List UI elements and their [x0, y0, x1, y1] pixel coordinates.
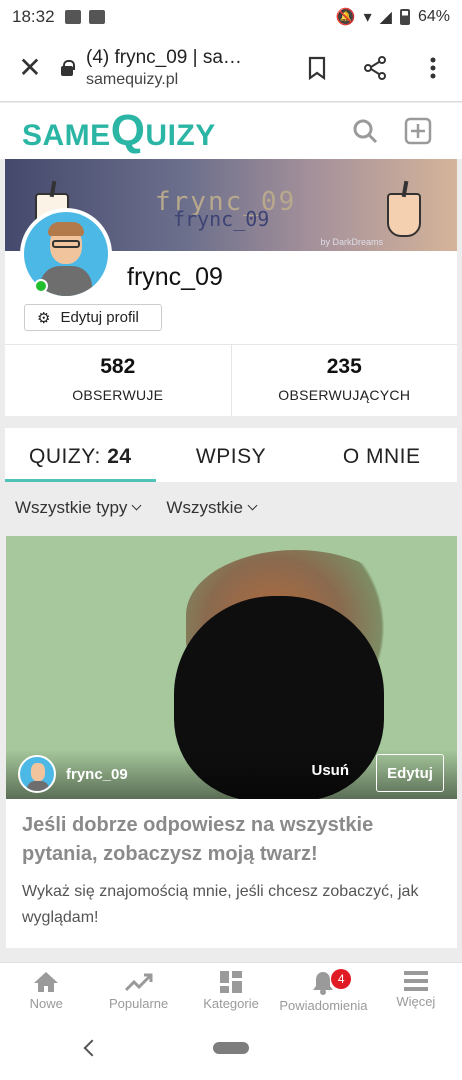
search-icon[interactable] — [352, 118, 378, 144]
nav-home-label: Nowe — [29, 996, 63, 1011]
banner-credit: by DarkDreams — [320, 237, 383, 247]
tab-title: (4) frync_09 | sa… — [86, 46, 242, 68]
grid-icon — [220, 971, 243, 993]
edit-profile-button[interactable]: ⚙ Edytuj profil — [24, 304, 162, 331]
nav-popular[interactable]: Popularne — [92, 963, 184, 1018]
trending-icon — [124, 973, 153, 992]
quiz-title[interactable]: Jeśli dobrze odpowiesz na wszystkie pyta… — [6, 799, 457, 869]
nav-popular-label: Popularne — [108, 996, 169, 1011]
followers-label: OBSERWUJĄCYCH — [278, 387, 411, 403]
battery-percent: 64% — [417, 8, 450, 25]
all-filter-label: Wszystkie — [166, 498, 243, 517]
mute-icon: 🔕 — [335, 9, 356, 26]
tab-quizzes-count: 24 — [107, 445, 132, 468]
menu-button[interactable] — [404, 46, 462, 90]
nav-notifications-label: Powiadomienia — [279, 998, 368, 1013]
share-button[interactable] — [346, 46, 404, 90]
nav-more-label: Więcej — [396, 994, 436, 1009]
hamburger-icon — [403, 971, 428, 991]
site-logo[interactable]: SAMEQUIZY — [22, 106, 216, 156]
profile-tabs: QUIZY: 24 WPISY O MNIE — [5, 428, 457, 482]
logo-text-2: UIZY — [145, 119, 216, 152]
bookmark-icon — [308, 56, 326, 80]
back-icon[interactable] — [83, 1039, 101, 1057]
quiz-thumbnail[interactable]: frync_09 Usuń Edytuj — [6, 536, 457, 799]
photo-notification-icon — [64, 10, 81, 24]
twitch-notification-icon — [88, 10, 105, 24]
followers-count: 235 — [326, 355, 362, 378]
chevron-down-icon — [247, 500, 258, 511]
followers-stat[interactable]: 235 OBSERWUJĄCYCH — [230, 345, 458, 416]
edit-profile-label: Edytuj profil — [60, 309, 139, 326]
all-filter-dropdown[interactable]: Wszystkie — [166, 498, 258, 518]
following-label: OBSERWUJE — [72, 387, 164, 403]
quiz-card[interactable]: frync_09 Usuń Edytuj Jeśli dobrze odpowi… — [6, 536, 457, 948]
more-vert-icon — [430, 57, 436, 78]
nav-categories-label: Kategorie — [203, 996, 259, 1011]
notification-badge: 4 — [331, 969, 352, 989]
close-tab-button[interactable]: ✕ — [0, 51, 60, 84]
site-header: SAMEQUIZY — [0, 103, 462, 159]
status-time: 18:32 — [12, 7, 55, 26]
browser-toolbar: ✕ (4) frync_09 | sa… samequizy.pl — [0, 34, 462, 102]
quiz-author-avatar[interactable] — [18, 755, 56, 793]
url-host: samequizy.pl — [86, 70, 179, 88]
type-filter-label: Wszystkie typy — [15, 498, 128, 517]
profile-stats: 582 OBSERWUJE 235 OBSERWUJĄCYCH — [5, 344, 457, 416]
battery-icon — [399, 9, 410, 25]
bottom-navigation: Nowe Popularne Kategorie 4 Powiadomienia… — [0, 962, 462, 1018]
online-indicator — [34, 279, 48, 293]
status-bar: 18:32 🔕 ▾ ◢ 64% — [0, 0, 462, 34]
quiz-description: Wykaż się znajomością mnie, jeśli chcesz… — [22, 883, 419, 926]
logo-text-q: Q — [110, 106, 146, 155]
home-icon — [34, 972, 59, 992]
delete-quiz-button[interactable]: Usuń — [312, 762, 350, 779]
profile-username: frync_09 — [127, 263, 223, 291]
share-icon — [364, 55, 386, 80]
wifi-icon: ▾ — [363, 9, 372, 26]
tab-about[interactable]: O MNIE — [306, 428, 457, 482]
edit-quiz-button[interactable]: Edytuj — [376, 754, 444, 792]
bookmark-button[interactable] — [288, 46, 346, 90]
lock-icon[interactable] — [60, 59, 75, 76]
nav-home[interactable]: Nowe — [0, 963, 92, 1018]
url-area[interactable]: (4) frync_09 | sa… samequizy.pl — [86, 47, 288, 89]
type-filter-dropdown[interactable]: Wszystkie typy — [15, 498, 142, 518]
boba-cup-right — [387, 193, 421, 237]
system-navigation — [0, 1018, 462, 1080]
add-quiz-icon[interactable] — [404, 117, 432, 145]
signal-icon: ◢ — [379, 9, 392, 26]
tab-quizzes[interactable]: QUIZY: 24 — [5, 428, 156, 482]
nav-categories[interactable]: Kategorie — [185, 963, 277, 1018]
filters: Wszystkie typy Wszystkie — [15, 498, 258, 518]
tab-posts[interactable]: WPISY — [156, 428, 307, 482]
following-count: 582 — [100, 355, 136, 378]
nav-more[interactable]: Więcej — [370, 963, 462, 1018]
quiz-author-name[interactable]: frync_09 — [66, 766, 128, 783]
nav-notifications[interactable]: 4 Powiadomienia — [277, 963, 369, 1018]
tab-quizzes-label: QUIZY: — [29, 445, 101, 468]
chevron-down-icon — [131, 500, 142, 511]
following-stat[interactable]: 582 OBSERWUJE — [5, 345, 231, 416]
gear-icon: ⚙ — [37, 309, 51, 327]
banner-text-shadow: frync_09 — [173, 207, 270, 231]
home-gesture-pill[interactable] — [213, 1042, 249, 1054]
logo-text-1: SAME — [22, 119, 111, 152]
